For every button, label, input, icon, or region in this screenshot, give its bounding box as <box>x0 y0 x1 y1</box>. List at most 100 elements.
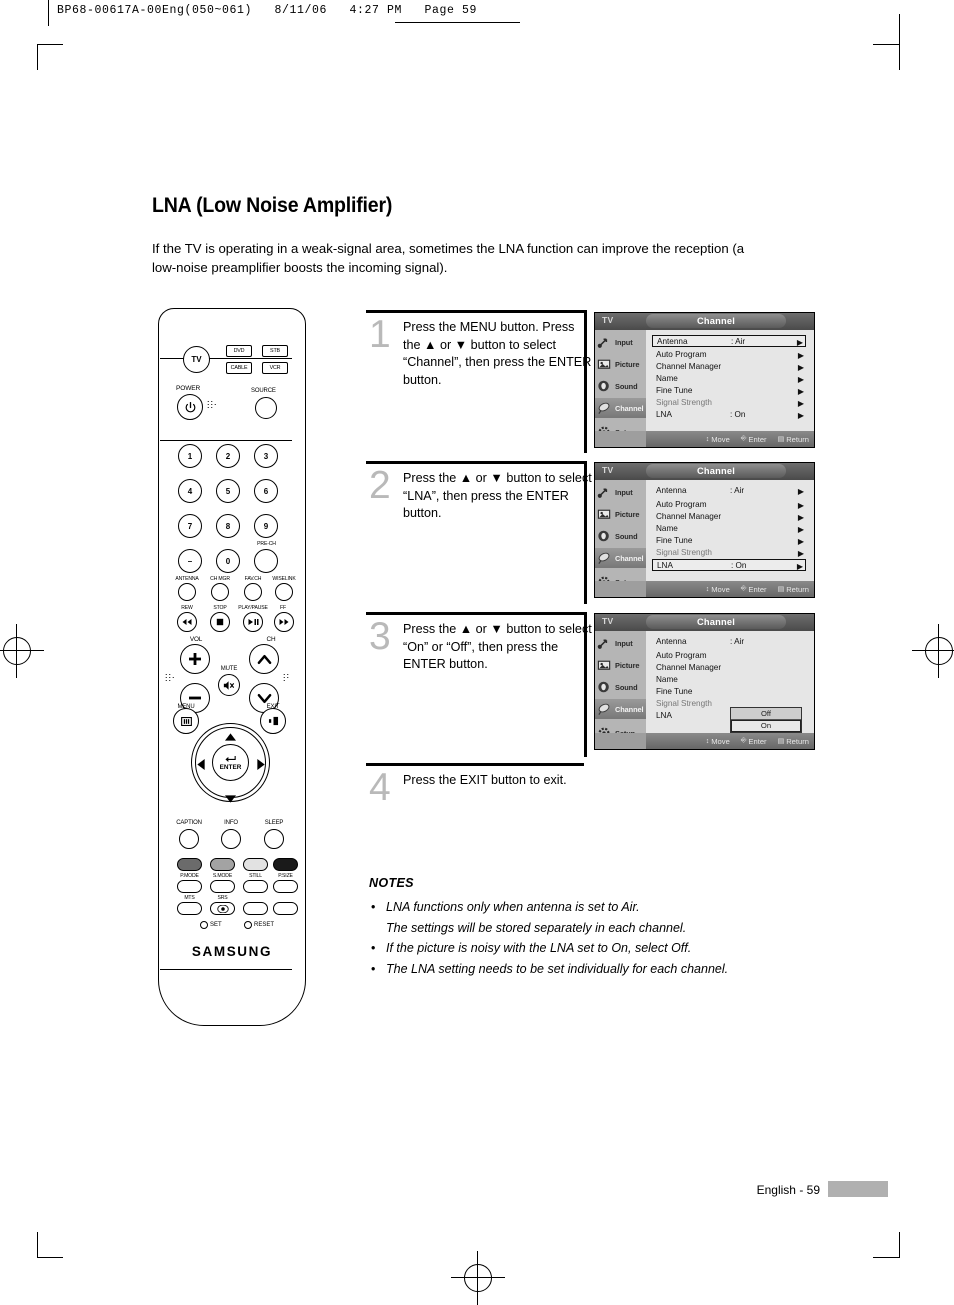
osd-1-sidebar-picture[interactable]: Picture <box>595 354 646 374</box>
remote-stb-button[interactable]: STB <box>262 345 288 357</box>
remote-playpause-button[interactable] <box>243 612 263 632</box>
osd-3-row-auto-program[interactable]: Auto Program <box>652 650 806 662</box>
osd-2-row-auto-program-label: Auto Program <box>656 500 707 509</box>
remote-key-3[interactable]: 3 <box>254 444 278 468</box>
remote-key-2[interactable]: 2 <box>216 444 240 468</box>
lna-option-off[interactable]: Off <box>731 708 801 720</box>
osd-3-sidebar-sound[interactable]: Sound <box>595 677 646 697</box>
osd-1-row-antenna[interactable]: Antenna : Air ▶ <box>652 335 806 347</box>
osd-2-row-fine-tune[interactable]: Fine Tune ▶ <box>652 535 806 547</box>
remote-reset-group[interactable]: RESET <box>244 921 274 929</box>
remote-sleep-button[interactable] <box>264 829 284 849</box>
step-2-number: 2 <box>369 464 391 507</box>
remote-color-btn-2row-4[interactable] <box>273 880 298 893</box>
nav-left-icon[interactable] <box>197 757 205 775</box>
osd-2-row-auto-program[interactable]: Auto Program ▶ <box>652 499 806 511</box>
remote-key-5[interactable]: 5 <box>216 479 240 503</box>
osd-2-row-name[interactable]: Name ▶ <box>652 523 806 535</box>
remote-exit-button[interactable] <box>260 708 286 734</box>
remote-tv-button[interactable]: TV <box>183 346 210 373</box>
osd-1-row-lna[interactable]: LNA : On ▶ <box>652 409 806 421</box>
header-underline <box>395 22 520 23</box>
remote-color-btn-2row-2[interactable] <box>210 880 235 893</box>
remote-key-0[interactable]: 0 <box>216 549 240 573</box>
osd-3-row-antenna[interactable]: Antenna : Air <box>652 636 806 648</box>
osd-2-sidebar-picture[interactable]: Picture <box>595 504 646 524</box>
remote-still-button[interactable] <box>243 858 268 871</box>
osd-2-move-label: Move <box>711 584 730 594</box>
remote-rew-button[interactable] <box>177 612 197 632</box>
remote-color-btn-2row-3[interactable] <box>243 880 268 893</box>
osd-3-row-fine-tune[interactable]: Fine Tune <box>652 686 806 698</box>
osd-3-row-channel-manager[interactable]: Channel Manager <box>652 662 806 674</box>
remote-prech-button[interactable] <box>254 549 278 573</box>
remote-key-7[interactable]: 7 <box>178 514 202 538</box>
remote-info-button[interactable] <box>221 829 241 849</box>
remote-vcr-button[interactable]: VCR <box>262 362 288 374</box>
remote-key-8[interactable]: 8 <box>216 514 240 538</box>
remote-key-4[interactable]: 4 <box>178 479 202 503</box>
remote-menu-label: MENU <box>177 704 195 710</box>
remote-mts-button[interactable] <box>177 902 202 915</box>
remote-mts-extra-2[interactable] <box>273 902 298 915</box>
osd-1-sidebar-input[interactable]: Input <box>595 332 646 352</box>
osd-2-sidebar-sound[interactable]: Sound <box>595 526 646 546</box>
osd-1-row-name[interactable]: Name ▶ <box>652 373 806 385</box>
osd-3-row-name[interactable]: Name <box>652 674 806 686</box>
lna-option-popup[interactable]: Off On <box>730 707 802 733</box>
channel-icon <box>597 401 612 415</box>
crop-mark-bl-h <box>37 1257 63 1258</box>
remote-ch-up-button[interactable] <box>249 644 279 674</box>
osd-1-row-channel-manager[interactable]: Channel Manager ▶ <box>652 361 806 373</box>
remote-ff-button[interactable] <box>274 612 294 632</box>
remote-source-button[interactable] <box>255 397 277 419</box>
chevron-right-icon: ▶ <box>797 548 804 558</box>
osd-2-sidebar-channel[interactable]: Channel <box>595 548 646 568</box>
osd-3-sidebar-picture[interactable]: Picture <box>595 655 646 675</box>
nav-right-icon[interactable] <box>257 757 265 775</box>
osd-2-row-antenna[interactable]: Antenna : Air ▶ <box>652 485 806 497</box>
osd-2-row-signal-strength-label: Signal Strength <box>656 548 712 557</box>
osd-1-row-lna-value: : On <box>730 410 746 419</box>
remote-cable-button[interactable]: CABLE <box>226 362 252 374</box>
osd-1-sidebar-channel[interactable]: Channel <box>595 398 646 418</box>
remote-color-btn-2row-1[interactable] <box>177 880 202 893</box>
remote-menu-button[interactable] <box>173 708 199 734</box>
osd-2-row-lna[interactable]: LNA : On ▶ <box>652 559 806 571</box>
remote-srs-button[interactable] <box>210 902 235 915</box>
remote-smode-button[interactable] <box>210 858 235 871</box>
remote-enter-button[interactable]: ENTER <box>212 744 249 781</box>
osd-1-row-auto-program[interactable]: Auto Program ▶ <box>652 349 806 361</box>
remote-key-dash[interactable]: – <box>178 549 202 573</box>
remote-wiselink-button[interactable] <box>275 583 293 601</box>
plus-icon <box>189 653 201 665</box>
remote-pmode-button[interactable] <box>177 858 202 871</box>
remote-set-group[interactable]: SET <box>200 921 222 929</box>
osd-2-sidebar-input[interactable]: Input <box>595 482 646 502</box>
osd-3-sidebar-input[interactable]: Input <box>595 633 646 653</box>
remote-vol-up-button[interactable] <box>180 644 210 674</box>
remote-mute-button[interactable] <box>218 674 240 696</box>
osd-2-row-channel-manager[interactable]: Channel Manager ▶ <box>652 511 806 523</box>
remote-psize-button[interactable] <box>273 858 298 871</box>
nav-up-icon[interactable] <box>225 728 236 746</box>
osd-1-sidebar-sound[interactable]: Sound <box>595 376 646 396</box>
osd-1-return-hint: ▤ Return <box>778 435 809 444</box>
remote-key-6[interactable]: 6 <box>254 479 278 503</box>
remote-power-button[interactable] <box>177 394 203 420</box>
nav-down-icon[interactable] <box>225 790 236 808</box>
osd-3-sidebar-channel[interactable]: Channel <box>595 699 646 719</box>
osd-1-row-fine-tune[interactable]: Fine Tune ▶ <box>652 385 806 397</box>
remote-chmgr-button[interactable] <box>211 583 229 601</box>
remote-caption-button[interactable] <box>179 829 199 849</box>
remote-antenna-button[interactable] <box>178 583 196 601</box>
remote-key-9[interactable]: 9 <box>254 514 278 538</box>
remote-mts-extra-1[interactable] <box>243 902 268 915</box>
remote-stop-button[interactable] <box>210 612 230 632</box>
remote-key-1[interactable]: 1 <box>178 444 202 468</box>
lna-option-on[interactable]: On <box>731 720 801 732</box>
remote-dvd-button[interactable]: DVD <box>226 345 252 357</box>
remote-favch-button[interactable] <box>244 583 262 601</box>
fast-forward-icon <box>279 619 289 625</box>
registration-mark-bottom <box>451 1251 505 1305</box>
